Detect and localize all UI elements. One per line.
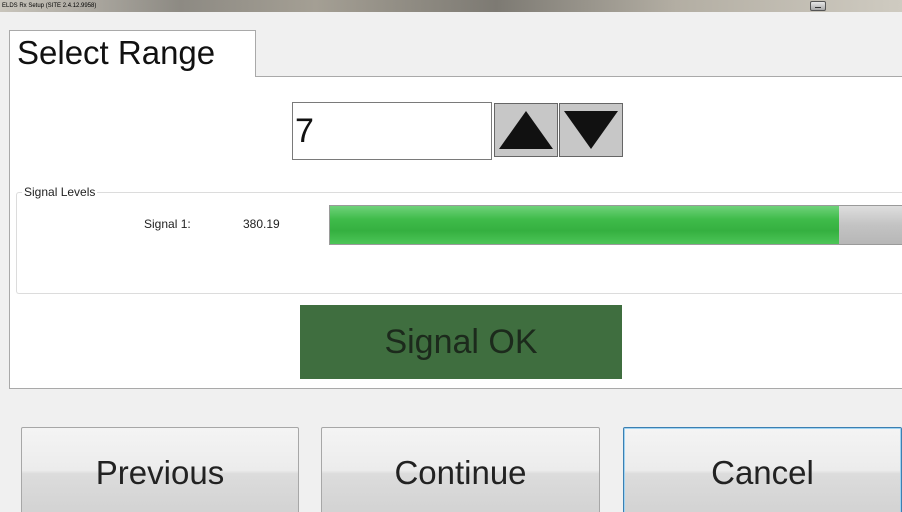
range-up-button[interactable] xyxy=(494,103,558,157)
signal-1-value: 380.19 xyxy=(243,217,280,231)
range-input[interactable]: 7 xyxy=(292,102,492,160)
minimize-button[interactable] xyxy=(810,1,826,11)
signal-1-bar-fill xyxy=(330,206,840,244)
continue-button[interactable]: Continue xyxy=(321,427,600,512)
previous-button[interactable]: Previous xyxy=(21,427,299,512)
triangle-up-icon xyxy=(499,111,553,149)
tab-select-range[interactable]: Select Range xyxy=(9,30,256,77)
title-bar: ELDS Rx Setup (SITE 2.4.12.9958) xyxy=(0,0,902,12)
tab-label: Select Range xyxy=(17,34,216,71)
range-down-button[interactable] xyxy=(559,103,623,157)
signal-1-bar xyxy=(329,205,902,245)
triangle-down-icon xyxy=(564,111,618,149)
cancel-button[interactable]: Cancel xyxy=(623,427,902,512)
status-indicator: Signal OK xyxy=(300,305,622,379)
signal-1-label: Signal 1: xyxy=(144,217,191,231)
signal-levels-label: Signal Levels xyxy=(22,185,98,199)
window-title: ELDS Rx Setup (SITE 2.4.12.9958) xyxy=(2,3,97,9)
